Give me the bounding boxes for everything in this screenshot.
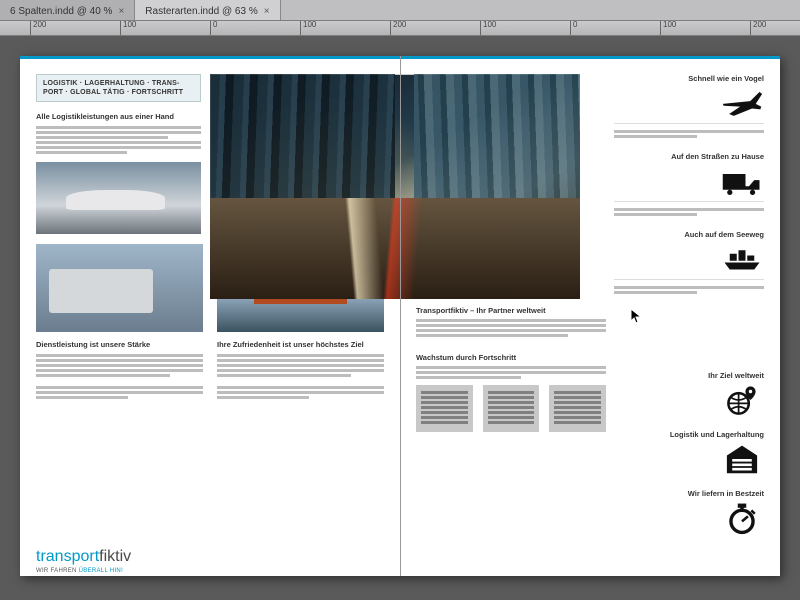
document-tab-bar: 6 Spalten.indd @ 40 % × Rasterarten.indd… (0, 0, 800, 20)
ruler-tick: 100 (300, 21, 316, 36)
feature-heading: Auf den Straßen zu Hause (614, 152, 764, 161)
page-right: Schnell wie ein Vogel Auf den Straßen zu… (400, 56, 780, 576)
feature-list-top: Schnell wie ein Vogel Auf den Straßen zu… (614, 74, 764, 308)
brand-tagline: WIR FAHREN ÜBERALL HIN! (36, 568, 123, 574)
feature-heading: Auch auf dem Seeweg (614, 230, 764, 239)
page-spine (400, 56, 401, 576)
feature-heading: Logistik und Lagerhaltung (614, 430, 764, 439)
truck-icon (720, 165, 764, 197)
brand-logo: transportfiktiv (36, 548, 131, 566)
kicker-box: LOGISTIK · LAGERHALTUNG · TRANS­PORT · G… (36, 74, 201, 102)
document-workspace[interactable]: LOGISTIK · LAGERHALTUNG · TRANS­PORT · G… (0, 36, 800, 600)
feature-list-bottom: Ihr Ziel weltweit Logistik und Lagerhalt… (614, 371, 764, 548)
kicker-text: LOGISTIK · LAGERHALTUNG · TRANS­PORT · G… (43, 80, 183, 96)
document-tab-0[interactable]: 6 Spalten.indd @ 40 % × (0, 0, 135, 20)
close-icon[interactable]: × (118, 6, 124, 17)
feature-heading: Wir liefern in Bestzeit (614, 489, 764, 498)
close-icon[interactable]: × (264, 6, 270, 17)
ruler-tick: 0 (210, 21, 217, 36)
tab-label: 6 Spalten.indd @ 40 % (10, 6, 112, 17)
section-heading: Alle Logistikleistungen aus einer Hand (36, 112, 201, 121)
ship-icon (720, 243, 764, 275)
feature-heading: Schnell wie ein Vogel (614, 74, 764, 83)
stopwatch-icon (720, 502, 764, 534)
mouse-cursor-icon (630, 308, 642, 324)
warehouse-icon (720, 443, 764, 475)
plane-icon (720, 87, 764, 119)
section-heading: Dienstleistung ist unsere Stärke (36, 340, 203, 349)
ruler-tick: 200 (390, 21, 406, 36)
ruler-tick: 100 (120, 21, 136, 36)
ruler-tick: 200 (30, 21, 46, 36)
page-spread[interactable]: LOGISTIK · LAGERHALTUNG · TRANS­PORT · G… (20, 56, 780, 576)
image-airplane (36, 162, 201, 234)
section-heading: Ihre Zufriedenheit ist unser höchstes Zi… (217, 340, 384, 349)
ruler-tick: 100 (480, 21, 496, 36)
document-tab-1[interactable]: Rasterarten.indd @ 63 % × (135, 0, 280, 20)
ruler-tick: 100 (660, 21, 676, 36)
ruler-tick: 200 (750, 21, 766, 36)
tab-label: Rasterarten.indd @ 63 % (145, 6, 257, 17)
three-column-block (416, 385, 606, 432)
feature-heading: Ihr Ziel weltweit (614, 371, 764, 380)
globe-pin-icon (720, 384, 764, 416)
horizontal-ruler[interactable]: 200 100 0 100 200 100 0 100 200 (0, 20, 800, 36)
section-heading: Wachstum durch Fortschritt (416, 353, 606, 362)
image-truck (36, 244, 203, 332)
section-heading: Transportfiktiv – Ihr Partner weltweit (416, 306, 606, 315)
ruler-tick: 0 (570, 21, 577, 36)
